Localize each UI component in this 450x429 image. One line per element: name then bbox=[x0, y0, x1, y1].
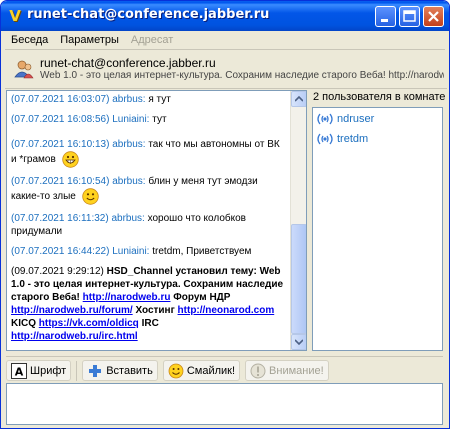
maximize-icon bbox=[403, 10, 416, 22]
chat-message: (07.07.2021 16:44:22) Luniaini: tretdm, … bbox=[11, 245, 286, 258]
message-nick: abrbus: bbox=[112, 176, 146, 187]
maximize-button[interactable] bbox=[399, 6, 420, 27]
attention-icon bbox=[250, 363, 266, 378]
topic-label: KICQ bbox=[11, 318, 36, 329]
arrow-down-icon bbox=[295, 339, 303, 345]
svg-text:A: A bbox=[15, 365, 24, 378]
grinning-smiley-icon bbox=[61, 151, 79, 168]
topic-intro: установил тему: bbox=[175, 266, 257, 277]
window-title: runet-chat@conference.jabber.ru bbox=[27, 7, 270, 22]
user-list[interactable]: ndruser tretdm bbox=[312, 107, 443, 351]
plus-icon bbox=[89, 364, 102, 377]
smiley-button-label: Смайлик! bbox=[186, 364, 236, 377]
message-input[interactable] bbox=[6, 383, 443, 425]
users-icon bbox=[14, 60, 34, 79]
message-text: тут bbox=[152, 114, 167, 125]
message-timestamp: (07.07.2021 16:44:22) bbox=[11, 246, 110, 257]
message-text: tretdm, Приветствуем bbox=[152, 246, 252, 257]
smiley-icon bbox=[168, 363, 184, 378]
scroll-up-button[interactable] bbox=[291, 91, 306, 107]
arrow-up-icon bbox=[295, 96, 303, 102]
online-status-icon bbox=[317, 133, 333, 145]
font-icon: A bbox=[11, 362, 27, 379]
message-timestamp: (09.07.2021 9:29:12) bbox=[11, 266, 104, 277]
topic-link[interactable]: http://narodweb.ru bbox=[83, 292, 171, 303]
smiling-smiley-icon bbox=[81, 188, 99, 205]
chat-message: (07.07.2021 16:08:56) Luniaini: тут bbox=[11, 113, 286, 126]
chat-message: (07.07.2021 16:03:07) abrbus: я тут bbox=[11, 93, 286, 106]
font-button-label: Шрифт bbox=[30, 364, 67, 377]
close-button[interactable] bbox=[423, 6, 444, 27]
menu-bar: Беседа Параметры Адресат bbox=[5, 31, 445, 50]
title-bar[interactable]: V runet-chat@conference.jabber.ru bbox=[1, 1, 449, 31]
topic-actor: HSD_Channel bbox=[106, 266, 173, 277]
chat-log[interactable]: (07.07.2021 16:03:07) abrbus: я тут (07.… bbox=[6, 90, 307, 351]
chat-messages: (07.07.2021 16:03:07) abrbus: я тут (07.… bbox=[7, 91, 290, 350]
message-timestamp: (07.07.2021 16:03:07) bbox=[11, 94, 110, 105]
menu-settings[interactable]: Параметры bbox=[54, 34, 125, 46]
scroll-down-button[interactable] bbox=[291, 334, 306, 350]
room-topic: Web 1.0 - это целая интернет-культура. С… bbox=[40, 70, 444, 81]
message-text: я тут bbox=[148, 94, 171, 105]
message-nick: Luniaini: bbox=[112, 114, 150, 125]
online-status-icon bbox=[317, 113, 333, 125]
user-list-item[interactable]: ndruser bbox=[313, 110, 442, 128]
user-name: tretdm bbox=[337, 133, 369, 145]
message-timestamp: (07.07.2021 16:11:32) bbox=[11, 213, 109, 224]
message-timestamp: (07.07.2021 16:10:13) bbox=[11, 139, 110, 150]
menu-recipient: Адресат bbox=[130, 34, 174, 46]
font-button[interactable]: A Шрифт bbox=[6, 360, 72, 381]
close-icon bbox=[428, 11, 439, 22]
menu-conversation[interactable]: Беседа bbox=[5, 34, 54, 46]
topic-label: Хостинг bbox=[135, 305, 175, 316]
topic-link[interactable]: http://narodweb.ru/irc.html bbox=[11, 331, 138, 342]
message-timestamp: (07.07.2021 16:08:56) bbox=[11, 114, 110, 125]
message-nick: abrbus: bbox=[112, 94, 146, 105]
minimize-button[interactable] bbox=[375, 6, 396, 27]
chat-message: (07.07.2021 16:10:54) abrbus: блин у мен… bbox=[11, 175, 286, 205]
room-header: runet-chat@conference.jabber.ru Web 1.0 … bbox=[5, 51, 447, 89]
chat-scrollbar[interactable] bbox=[290, 91, 306, 350]
attention-button-label: Внимание! bbox=[269, 364, 324, 377]
chat-window: V runet-chat@conference.jabber.ru Беседа… bbox=[0, 0, 450, 429]
scroll-thumb[interactable] bbox=[291, 224, 306, 334]
topic-link[interactable]: http://neonarod.com bbox=[178, 305, 275, 316]
topic-label: IRC bbox=[141, 318, 159, 329]
user-list-item[interactable]: tretdm bbox=[313, 130, 442, 148]
smiley-button[interactable]: Смайлик! bbox=[162, 360, 241, 381]
topic-link[interactable]: https://vk.com/oldicq bbox=[39, 318, 139, 329]
message-timestamp: (07.07.2021 16:10:54) bbox=[11, 176, 110, 187]
message-nick: Luniaini: bbox=[112, 246, 150, 257]
users-count-label: 2 пользователя в комнате bbox=[313, 91, 446, 103]
room-name: runet-chat@conference.jabber.ru bbox=[40, 56, 216, 70]
chat-message: (07.07.2021 16:10:13) abrbus: так что мы… bbox=[11, 138, 286, 168]
chat-message: (07.07.2021 16:11:32) abrbus: хорошо что… bbox=[11, 212, 286, 238]
topic-link[interactable]: http://narodweb.ru/forum/ bbox=[11, 305, 133, 316]
topic-label: Форум НДР bbox=[173, 292, 231, 303]
insert-button[interactable]: Вставить bbox=[82, 360, 158, 381]
user-name: ndruser bbox=[337, 113, 375, 125]
topic-change-message: (09.07.2021 9:29:12) HSD_Channel установ… bbox=[11, 265, 286, 343]
message-nick: abrbus: bbox=[111, 213, 145, 224]
toolbar-divider bbox=[76, 360, 78, 381]
insert-button-label: Вставить bbox=[106, 364, 153, 377]
minimize-icon bbox=[381, 19, 388, 22]
message-nick: abrbus: bbox=[112, 139, 146, 150]
attention-button[interactable]: Внимание! bbox=[245, 360, 329, 381]
message-toolbar: A Шрифт Вставить Смайлик! Внимание! bbox=[6, 356, 443, 382]
app-logo-icon: V bbox=[9, 7, 21, 25]
